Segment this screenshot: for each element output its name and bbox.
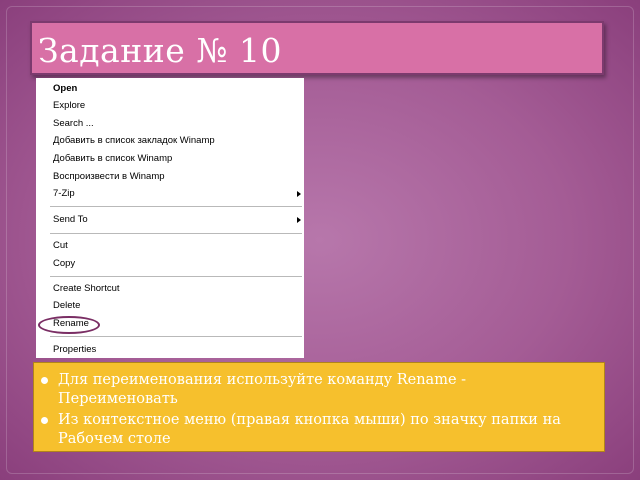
menu-item-7zip-label: 7-Zip (53, 188, 75, 199)
menu-item-winamp-add[interactable]: Добавить в список Winamp (53, 151, 172, 167)
slide-title: Задание № 10 (38, 31, 282, 70)
menu-item-7zip[interactable]: 7-Zip (53, 186, 303, 202)
note-text: Для переименования используйте команду R… (58, 372, 467, 407)
menu-item-winamp-bookmark[interactable]: Добавить в список закладок Winamp (53, 133, 215, 149)
menu-item-create-shortcut[interactable]: Create Shortcut (53, 281, 120, 297)
note-bullet: Из контекстное меню (правая кнопка мыши)… (41, 411, 590, 449)
bullet-dot-icon (41, 417, 48, 424)
menu-item-search[interactable]: Search ... (53, 116, 94, 132)
menu-item-send-to[interactable]: Send To (53, 212, 303, 228)
note-text: Из контекстное меню (правая кнопка мыши)… (58, 412, 561, 447)
menu-item-open[interactable]: Open (53, 81, 77, 97)
menu-item-copy[interactable]: Copy (53, 256, 75, 272)
submenu-arrow-icon (297, 217, 301, 223)
slide-title-bar: Задание № 10 (30, 21, 604, 75)
rename-highlight-circle (38, 316, 100, 334)
menu-item-properties[interactable]: Properties (53, 342, 96, 358)
menu-separator (50, 336, 302, 337)
menu-left-rail (36, 78, 50, 358)
menu-separator (50, 233, 302, 234)
submenu-arrow-icon (297, 191, 301, 197)
menu-item-explore[interactable]: Explore (53, 98, 85, 114)
menu-item-send-to-label: Send To (53, 214, 88, 225)
note-bullet: Для переименования используйте команду R… (41, 371, 590, 409)
bullet-dot-icon (41, 377, 48, 384)
menu-separator (50, 276, 302, 277)
notes-box: Для переименования используйте команду R… (33, 362, 605, 452)
menu-item-delete[interactable]: Delete (53, 298, 80, 314)
menu-item-winamp-play[interactable]: Воспроизвести в Winamp (53, 169, 165, 185)
menu-item-cut[interactable]: Cut (53, 238, 68, 254)
menu-separator (50, 206, 302, 207)
